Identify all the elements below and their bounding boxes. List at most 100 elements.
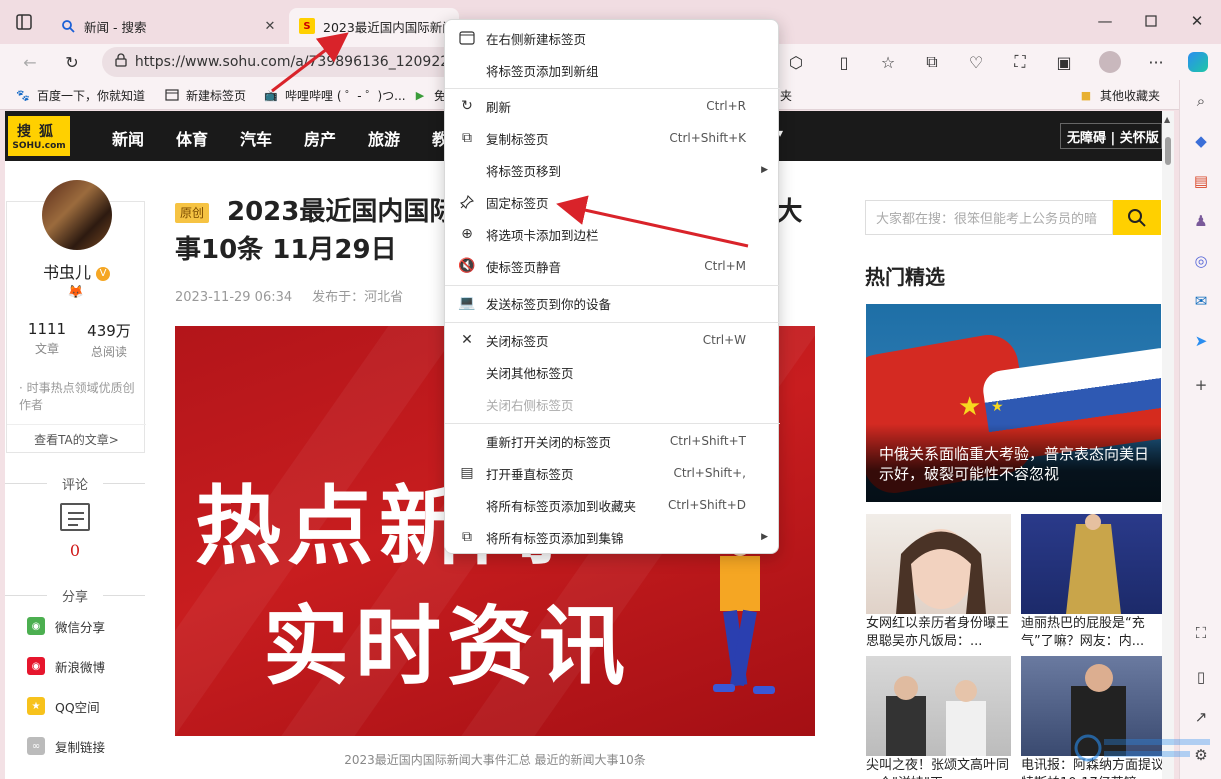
play-icon: ▶ <box>415 88 425 102</box>
menu-shortcut: Ctrl+R <box>706 99 746 113</box>
comment-label: 评论 <box>5 474 145 493</box>
nav-news[interactable]: 新闻 <box>112 126 144 150</box>
search-icon[interactable]: ⌕ <box>1188 88 1214 114</box>
menu-vertical-tabs[interactable]: ▤ 打开垂直标签页 Ctrl+Shift+, <box>445 458 780 488</box>
nav-realestate[interactable]: 房产 <box>304 126 336 150</box>
share-qzone[interactable]: ★ QQ空间 <box>27 696 100 716</box>
page-scrollbar[interactable]: ▲ <box>1162 111 1174 779</box>
add-sidebar-icon[interactable]: + <box>1188 372 1214 398</box>
more-menu-icon[interactable]: ··· <box>1142 48 1170 76</box>
share-label: 分享 <box>5 586 145 605</box>
thumb-image-1[interactable] <box>866 514 1011 614</box>
games-icon[interactable]: ♟ <box>1188 208 1214 234</box>
author-articles-link[interactable]: 查看TA的文章> <box>7 424 146 454</box>
shopping-tag-icon[interactable]: ◆ <box>1188 128 1214 154</box>
site-search-input[interactable]: 大家都在搜：很笨但能考上公务员的暗 <box>865 200 1113 235</box>
tab-close-icon[interactable]: ✕ <box>262 19 278 34</box>
thumb-caption-2[interactable]: 迪丽热巴的屁股是“充气”了嘛？网友：内... <box>1021 615 1162 651</box>
bookmark-bilibili[interactable]: 📺 哔哩哔哩 ( ゜- ゜)つ... <box>263 86 405 104</box>
outlook-icon[interactable]: ✉ <box>1188 288 1214 314</box>
logo-text: 搜狐 <box>17 124 61 140</box>
close-window-icon[interactable]: ✕ <box>1174 6 1220 36</box>
minimize-icon[interactable]: — <box>1082 6 1128 36</box>
copilot-icon[interactable] <box>1184 48 1212 76</box>
duplicate-icon: ⧉ <box>462 130 472 146</box>
scrollbar-thumb[interactable] <box>1165 137 1171 165</box>
hot-picks-title: 热门精选 <box>865 265 945 289</box>
favorites-icon[interactable]: ☆ <box>874 48 902 76</box>
refresh-icon[interactable]: ↻ <box>58 48 86 76</box>
menu-add-to-group[interactable]: 将标签页添加到新组 <box>445 55 780 85</box>
menu-close-tab[interactable]: ✕ 关闭标签页 Ctrl+W <box>445 325 780 355</box>
menu-label: 将标签页添加到新组 <box>486 63 599 79</box>
share-wechat[interactable]: ◉ 微信分享 <box>27 616 105 636</box>
collections-icon[interactable]: ⧉ <box>918 48 946 76</box>
share-label-text: 复制链接 <box>55 739 106 755</box>
maximize-icon[interactable] <box>1128 6 1174 36</box>
menu-label: 将选项卡添加到边栏 <box>486 227 599 243</box>
back-icon[interactable]: ← <box>16 48 44 76</box>
menu-send-to-device[interactable]: 💻 发送标签页到你的设备 <box>445 288 780 318</box>
menu-refresh[interactable]: ↻ 刷新 Ctrl+R <box>445 91 780 121</box>
sohu-logo[interactable]: 搜狐 SOHU.com <box>8 116 70 156</box>
menu-duplicate-tab[interactable]: ⧉ 复制标签页 Ctrl+Shift+K <box>445 123 780 153</box>
menu-shortcut: Ctrl+M <box>704 259 746 273</box>
bookmark-free[interactable]: ▶ 免 <box>412 86 446 104</box>
send-icon[interactable]: ➤ <box>1188 328 1214 354</box>
tab-context-menu: 在右侧新建标签页 将标签页添加到新组 ↻ 刷新 Ctrl+R ⧉ 复制标签页 Ctrl+… <box>444 19 780 554</box>
newtab-icon <box>457 28 477 48</box>
other-favorites[interactable]: ■ 其他收藏夹 <box>1078 86 1160 104</box>
featured-story[interactable]: ★ ★ 中俄关系面临重大考验，普京表态向美日示好，破裂可能性不容忽视 <box>866 304 1161 502</box>
performance-icon[interactable]: ♡ <box>962 48 990 76</box>
collections-icon: ⧉ <box>462 529 472 545</box>
scroll-up-icon[interactable]: ▲ <box>1164 115 1170 124</box>
bookmark-newtab[interactable]: 新建标签页 <box>164 86 246 104</box>
menu-move-tab[interactable]: 将标签页移到 ▶ <box>445 155 780 185</box>
tab-sohu[interactable]: S 2023最近国内国际新闻 <box>289 8 459 44</box>
hide-sidebar-icon[interactable]: ▯ <box>1188 664 1214 690</box>
tab-search[interactable]: 新闻 - 搜索 ✕ <box>50 8 288 44</box>
microsoft365-icon[interactable]: ◎ <box>1188 248 1214 274</box>
tools-icon[interactable]: ▤ <box>1188 168 1214 194</box>
sohu-icon: S <box>299 18 315 34</box>
menu-close-other-tabs[interactable]: 关闭其他标签页 <box>445 357 780 387</box>
menu-add-all-to-collections[interactable]: ⧉ 将所有标签页添加到集锦 ▶ <box>445 522 780 552</box>
share-copy-link[interactable]: ∞ 复制链接 <box>27 736 105 756</box>
thumb-image-2[interactable] <box>1021 514 1162 614</box>
author-name[interactable]: 书虫儿 V <box>7 259 146 283</box>
comment-icon[interactable] <box>60 503 90 531</box>
newtab-icon <box>164 88 180 102</box>
bookmark-baidu[interactable]: 🐾 百度一下，你就知道 <box>15 86 145 104</box>
weibo-icon: ◉ <box>27 657 45 675</box>
menu-new-tab-right[interactable]: 在右侧新建标签页 <box>445 23 780 53</box>
site-search-button[interactable] <box>1113 200 1161 235</box>
extensions-icon[interactable]: ⬡ <box>782 48 810 76</box>
comment-count[interactable]: 0 <box>5 541 145 560</box>
menu-reopen-closed-tab[interactable]: 重新打开关闭的标签页 Ctrl+Shift+T <box>445 426 780 456</box>
menu-shortcut: Ctrl+Shift+, <box>673 466 746 480</box>
address-bar[interactable]: https://www.sohu.com/a/739896136_1209221… <box>102 47 462 77</box>
accessibility-button[interactable]: 无障碍 | 关怀版 <box>1060 123 1162 149</box>
thumb-caption-1[interactable]: 女网红以亲历者身份曝王思聪吴亦凡饭局：... <box>866 615 1011 651</box>
share-weibo[interactable]: ◉ 新浪微博 <box>27 656 105 676</box>
browser-essentials-icon[interactable]: ▣ <box>1050 48 1078 76</box>
screenshot-icon[interactable]: ⛶ <box>1188 620 1214 646</box>
share-label-text: 新浪微博 <box>55 659 106 675</box>
menu-add-to-sidebar[interactable]: ⊕ 将选项卡添加到边栏 <box>445 219 780 249</box>
nav-sports[interactable]: 体育 <box>176 126 208 150</box>
original-badge: 原创 <box>175 203 210 223</box>
split-screen-icon[interactable]: ▯ <box>830 48 858 76</box>
nav-travel[interactable]: 旅游 <box>368 126 400 150</box>
thumb-image-3[interactable] <box>866 656 1011 756</box>
menu-mute-tab[interactable]: 🔇 使标签页静音 Ctrl+M <box>445 251 780 281</box>
profile-icon[interactable] <box>1096 48 1124 76</box>
menu-add-all-to-favorites[interactable]: 将所有标签页添加到收藏夹 Ctrl+Shift+D <box>445 490 780 520</box>
menu-pin-tab[interactable]: 固定标签页 <box>445 187 780 217</box>
tab-title: 新闻 - 搜索 <box>84 19 147 35</box>
screenshot-icon[interactable]: ⛶ <box>1006 48 1034 76</box>
thumb-caption-3[interactable]: 尖叫之夜！张颂文高叶同一个"洋娃"巫... <box>866 757 1011 779</box>
bookmark-folder[interactable]: 夹 <box>780 86 792 104</box>
avatar[interactable] <box>42 180 112 250</box>
tab-actions-icon[interactable] <box>14 12 34 32</box>
nav-auto[interactable]: 汽车 <box>240 126 272 150</box>
